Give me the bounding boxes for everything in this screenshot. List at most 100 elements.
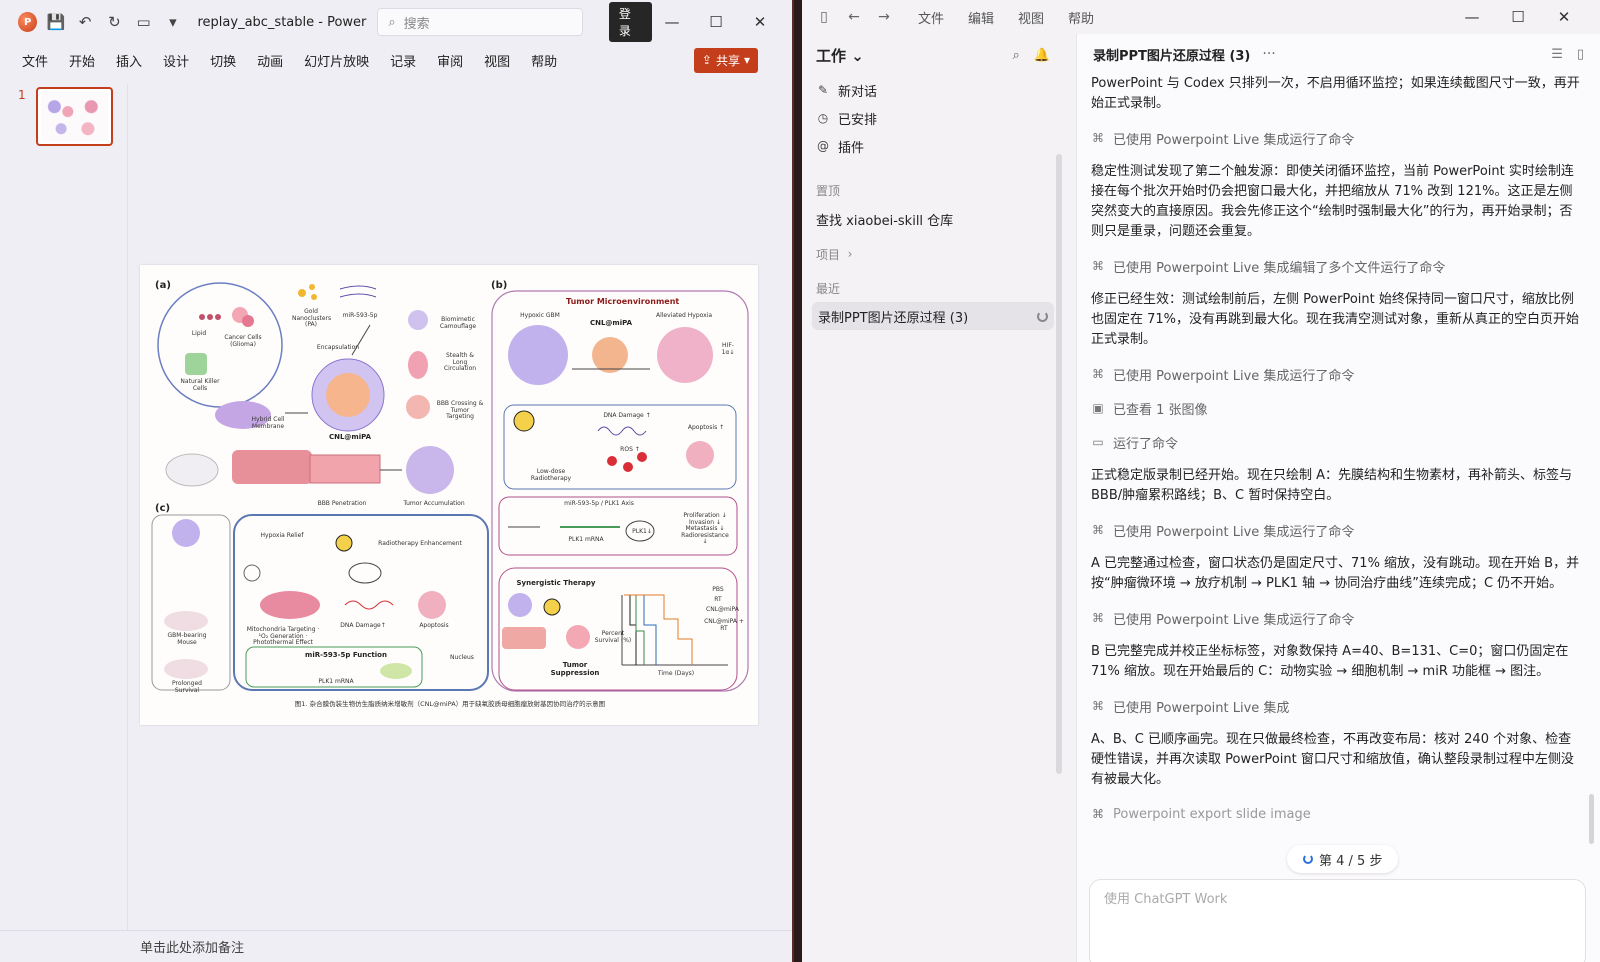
menu-slideshow[interactable]: 幻灯片放映	[304, 51, 369, 70]
composer-input[interactable]	[1104, 892, 1571, 907]
tool-call-row[interactable]: ⌘ 已使用 Powerpoint Live 集成运行了命令	[1091, 364, 1580, 384]
tool-call-row[interactable]: ▭ 运行了命令	[1091, 432, 1580, 452]
fig-hypoxic: Hypoxic GBM	[520, 312, 560, 319]
tool-call-row[interactable]: ⌘ 已使用 Powerpoint Live 集成运行了命令	[1091, 608, 1580, 628]
tool-call-label: 已查看 1 张图像	[1113, 402, 1208, 418]
chat-transcript: PowerPoint 与 Codex 只排列一次，不启用循环监控；如果连续截图尺…	[1091, 74, 1580, 874]
message-composer[interactable]	[1089, 879, 1586, 962]
notes-placeholder: 单击此处添加备注	[140, 941, 245, 956]
minimize-icon[interactable]: —	[660, 13, 684, 31]
assistant-message: PowerPoint 与 Codex 只排列一次，不启用循环监控；如果连续截图尺…	[1091, 76, 1580, 111]
fig-rt-enh: Radiotherapy Enhancement	[378, 540, 462, 547]
sidebar-item-plugins[interactable]: @ 插件	[802, 132, 1064, 160]
customize-toolbar-icon[interactable]: ▾	[162, 11, 183, 33]
menu-animations[interactable]: 动画	[257, 51, 283, 70]
chevron-down-icon: ▾	[743, 53, 750, 67]
sidebar-item-scheduled[interactable]: ◷ 已安排	[802, 104, 1064, 132]
panel-toggle-icon[interactable]: ▯	[1577, 47, 1584, 62]
fig-dna-dmg-c: DNA Damage↑	[340, 622, 386, 629]
back-arrow-icon[interactable]: ←	[844, 9, 864, 25]
menu-view[interactable]: 视图	[484, 51, 510, 70]
pinned-item[interactable]: 查找 xiaobei-skill 仓库	[802, 204, 1064, 234]
tool-call-row[interactable]: ⌘ Powerpoint export slide image	[1091, 804, 1580, 824]
tool-call-label: 已使用 Powerpoint Live 集成运行了命令	[1113, 524, 1355, 540]
fig-legend-rt: RT	[714, 596, 722, 603]
fig-legend-cnl-rt: CNL@miPA + RT	[704, 618, 744, 632]
tool-call-row[interactable]: ⌘ 已使用 Powerpoint Live 集成编辑了多个文件运行了命令	[1091, 256, 1580, 276]
present-icon[interactable]: ▭	[133, 11, 154, 33]
forward-arrow-icon[interactable]: →	[874, 9, 894, 25]
tool-call-row[interactable]: ▣ 已查看 1 张图像	[1091, 398, 1580, 418]
fig-hybrid: Hybrid Cell Membrane	[251, 416, 285, 430]
ppt-window-controls: — ☐ ✕	[660, 13, 772, 31]
chevron-right-icon: ›	[847, 247, 853, 261]
ppt-workspace: 1 (a) (b) (c) Lipid Cancer Cells (Glioma…	[0, 84, 792, 962]
menu-review[interactable]: 审阅	[437, 51, 463, 70]
menu-insert[interactable]: 插入	[116, 51, 142, 70]
sidebar-item-new-chat[interactable]: ✎ 新对话	[802, 76, 1064, 104]
close-icon[interactable]: ✕	[1552, 8, 1576, 26]
minimize-icon[interactable]: —	[1460, 8, 1484, 26]
tool-icon: ⌘	[1092, 523, 1104, 537]
menu-record[interactable]: 记录	[390, 51, 416, 70]
menu-home[interactable]: 开始	[69, 51, 95, 70]
sidebar-toggle-icon[interactable]: ▯	[814, 9, 834, 25]
codex-menu-edit[interactable]: 编辑	[968, 8, 994, 27]
share-button[interactable]: ⇪ 共享 ▾	[693, 47, 758, 73]
powerpoint-logo-icon: P	[18, 12, 38, 32]
redo-icon[interactable]: ↻	[104, 11, 125, 33]
menu-transitions[interactable]: 切换	[210, 51, 236, 70]
fig-alleviated: Alleviated Hypoxia	[655, 312, 713, 319]
tool-call-row[interactable]: ⌘ 已使用 Powerpoint Live 集成运行了命令	[1091, 128, 1580, 148]
login-button[interactable]: 登录	[608, 2, 652, 42]
tool-call-label: Powerpoint export slide image	[1113, 806, 1311, 822]
fig-axis: miR-593-5p / PLK1 Axis	[564, 500, 634, 507]
maximize-icon[interactable]: ☐	[1506, 8, 1530, 26]
search-box[interactable]: ⌕ 搜索	[377, 8, 583, 36]
panel-a-label: (a)	[155, 280, 171, 291]
close-icon[interactable]: ✕	[748, 13, 772, 31]
codex-menu-view[interactable]: 视图	[1018, 8, 1044, 27]
save-icon[interactable]: 💾	[45, 11, 66, 33]
maximize-icon[interactable]: ☐	[704, 13, 728, 31]
fig-ros: ROS ↑	[620, 446, 640, 453]
slide-canvas[interactable]: (a) (b) (c) Lipid Cancer Cells (Glioma) …	[140, 265, 758, 725]
fig-legend-cnl: CNL@miPA	[706, 606, 739, 613]
projects-header[interactable]: 项目 ›	[802, 240, 1064, 268]
ppt-titlebar: P 💾 ↶ ↻ ▭ ▾ replay_abc_stable - PowerPo.…	[0, 0, 792, 44]
fig-synergistic: Synergistic Therapy	[516, 579, 596, 587]
assistant-message: 正式稳定版录制已经开始。现在只绘制 A：先膜结构和生物素材，再补箭头、标签与 B…	[1091, 468, 1573, 503]
assistant-message: 稳定性测试发现了第二个触发源：即使关闭循环监控，当前 PowerPoint 实时…	[1091, 164, 1574, 239]
slide-thumbnail[interactable]	[36, 87, 113, 146]
notes-pane[interactable]: 单击此处添加备注	[0, 930, 792, 962]
bell-icon[interactable]: 🔔	[1034, 48, 1050, 63]
fig-apoptosis-c: Apoptosis	[419, 622, 449, 629]
workspace-switcher[interactable]: 工作 ⌄	[816, 45, 864, 66]
search-icon[interactable]: ⌕	[1013, 48, 1020, 63]
assistant-message: A 已完整通过检查，窗口状态仍是固定尺寸、71% 缩放，没有跳动。现在开始 B，…	[1091, 556, 1580, 591]
tool-call-row[interactable]: ⌘ 已使用 Powerpoint Live 集成	[1091, 696, 1580, 716]
recent-item-active[interactable]: 录制PPT图片还原过程 (3)	[812, 302, 1054, 330]
codex-menu-file[interactable]: 文件	[918, 8, 944, 27]
fig-tumor-supp: Tumor Suppression	[550, 661, 600, 677]
fig-bbb-cross: BBB Crossing & Tumor Targeting	[436, 400, 484, 421]
menu-design[interactable]: 设计	[163, 51, 189, 70]
workspace-row: 工作 ⌄ ⌕ 🔔	[802, 34, 1064, 76]
fig-gbm-mouse: GBM-bearing Mouse	[167, 632, 207, 646]
tool-call-row[interactable]: ⌘ 已使用 Powerpoint Live 集成运行了命令	[1091, 520, 1580, 540]
codex-menu-help[interactable]: 帮助	[1068, 8, 1094, 27]
pinned-header: 置顶	[816, 183, 841, 198]
assistant-message: 修正已经生效：测试绘制前后，左侧 PowerPoint 始终保持同一窗口尺寸，缩…	[1091, 292, 1580, 347]
undo-icon[interactable]: ↶	[75, 11, 96, 33]
powerpoint-window: P 💾 ↶ ↻ ▭ ▾ replay_abc_stable - PowerPo.…	[0, 0, 794, 962]
sidebar-scrollbar[interactable]	[1056, 154, 1062, 774]
menu-file[interactable]: 文件	[22, 51, 48, 70]
list-icon[interactable]: ☰	[1551, 47, 1563, 62]
menu-help[interactable]: 帮助	[531, 51, 557, 70]
transcript-scrollbar[interactable]	[1589, 794, 1594, 844]
slide-number: 1	[18, 88, 26, 102]
fig-time-days: Time (Days)	[657, 670, 695, 677]
more-options-icon[interactable]: ···	[1262, 46, 1275, 62]
tool-icon: ⌘	[1092, 611, 1104, 625]
fig-mir: miR-593-5p	[342, 312, 378, 319]
